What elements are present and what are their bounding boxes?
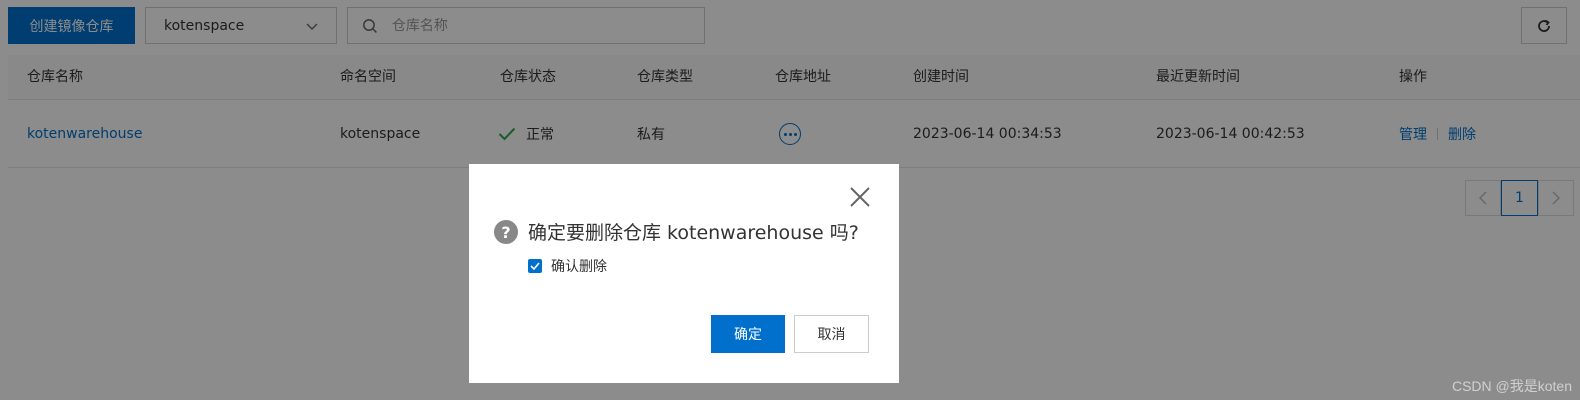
question-icon: ? [494, 220, 518, 244]
close-icon[interactable] [849, 186, 871, 208]
checkbox-checked-icon[interactable] [528, 259, 542, 273]
confirm-button[interactable]: 确定 [711, 315, 785, 353]
watermark: CSDN @我是koten [1451, 378, 1572, 394]
checkbox-label: 确认删除 [551, 259, 607, 275]
delete-confirm-dialog: ? 确定要删除仓库 kotenwarehouse 吗? 确认删除 确定 取消 [469, 164, 899, 383]
confirm-delete-checkbox[interactable]: 确认删除 [528, 256, 607, 276]
dialog-message: 确定要删除仓库 kotenwarehouse 吗? [528, 222, 859, 244]
cancel-button[interactable]: 取消 [794, 315, 869, 353]
